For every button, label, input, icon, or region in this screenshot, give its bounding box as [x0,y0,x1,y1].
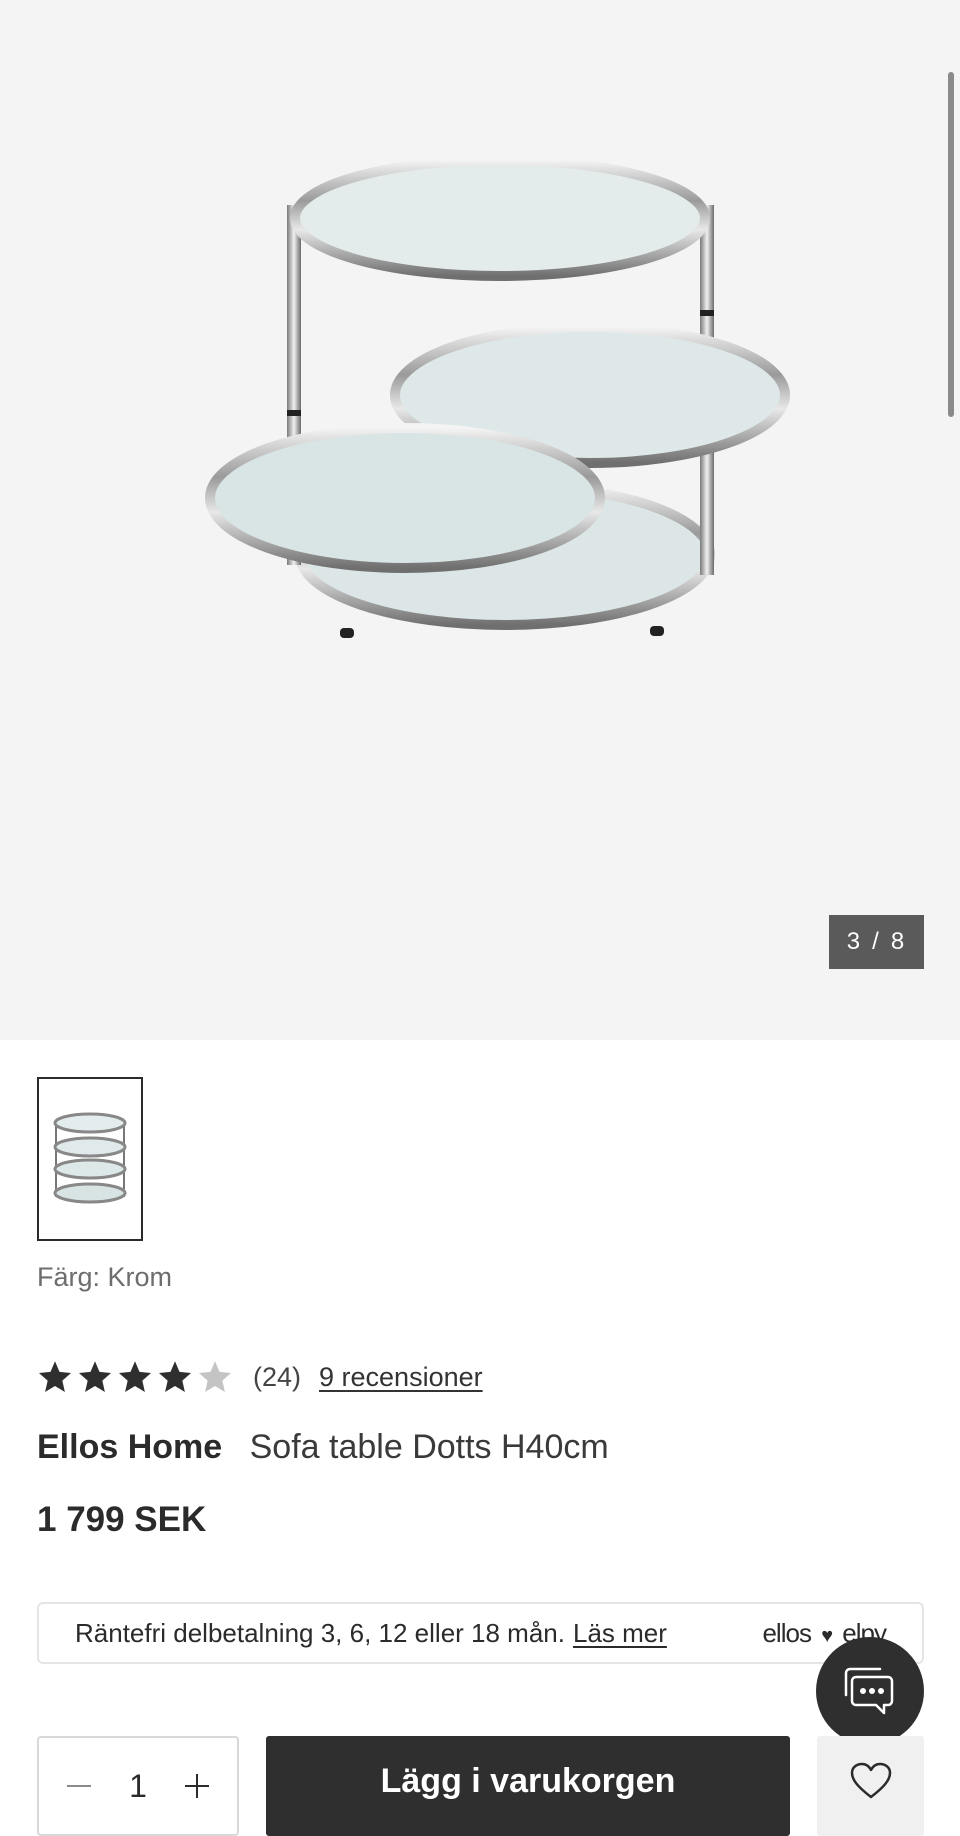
minus-icon[interactable] [65,1772,93,1800]
counter-total: 8 [890,928,907,955]
rating-row: (24) 9 recensioner [37,1355,483,1399]
image-counter: 3 / 8 [829,915,924,969]
product-gallery[interactable]: 3 / 8 [0,0,960,1040]
add-to-cart-button[interactable]: Lägg i varukorgen [266,1736,790,1836]
thumbnail-selected[interactable] [37,1077,143,1241]
chat-icon [844,1667,894,1715]
heart-small-icon: ♥ [821,1625,833,1647]
wishlist-button[interactable] [817,1736,924,1836]
rating-count: (24) [253,1361,302,1392]
star-filled-icon [118,1361,152,1392]
brand-name[interactable]: Ellos Home [37,1428,222,1466]
counter-separator: / [872,928,881,955]
financing-brand-left: ellos [762,1618,811,1648]
reviews-link[interactable]: 9 recensioner [319,1362,483,1393]
star-filled-icon [38,1361,72,1392]
product-image[interactable] [150,140,820,670]
financing-text: Räntefri delbetalning 3, 6, 12 eller 18 … [75,1617,565,1648]
add-to-cart-label: Lägg i varukorgen [380,1762,676,1800]
product-name: Sofa table Dotts H40cm [249,1428,609,1466]
counter-current: 3 [846,928,863,955]
star-filled-icon [158,1361,192,1392]
plus-icon[interactable] [183,1772,211,1800]
star-empty-icon [198,1361,232,1392]
financing-read-more-link[interactable]: Läs mer [573,1618,667,1649]
heart-icon [850,1762,891,1799]
thumbnail-image [53,1112,127,1204]
color-label: Färg: Krom [37,1262,173,1292]
rating-stars [37,1359,233,1395]
chat-button[interactable] [816,1637,924,1745]
star-filled-icon [78,1361,112,1392]
quantity-stepper: 1 [37,1736,239,1836]
page-scrollbar[interactable] [948,72,954,417]
product-price: 1 799 SEK [37,1500,207,1539]
quantity-value[interactable]: 1 [129,1768,147,1805]
product-title: Ellos Home Sofa table Dotts H40cm [37,1428,609,1467]
financing-banner: Räntefri delbetalning 3, 6, 12 eller 18 … [37,1602,924,1664]
